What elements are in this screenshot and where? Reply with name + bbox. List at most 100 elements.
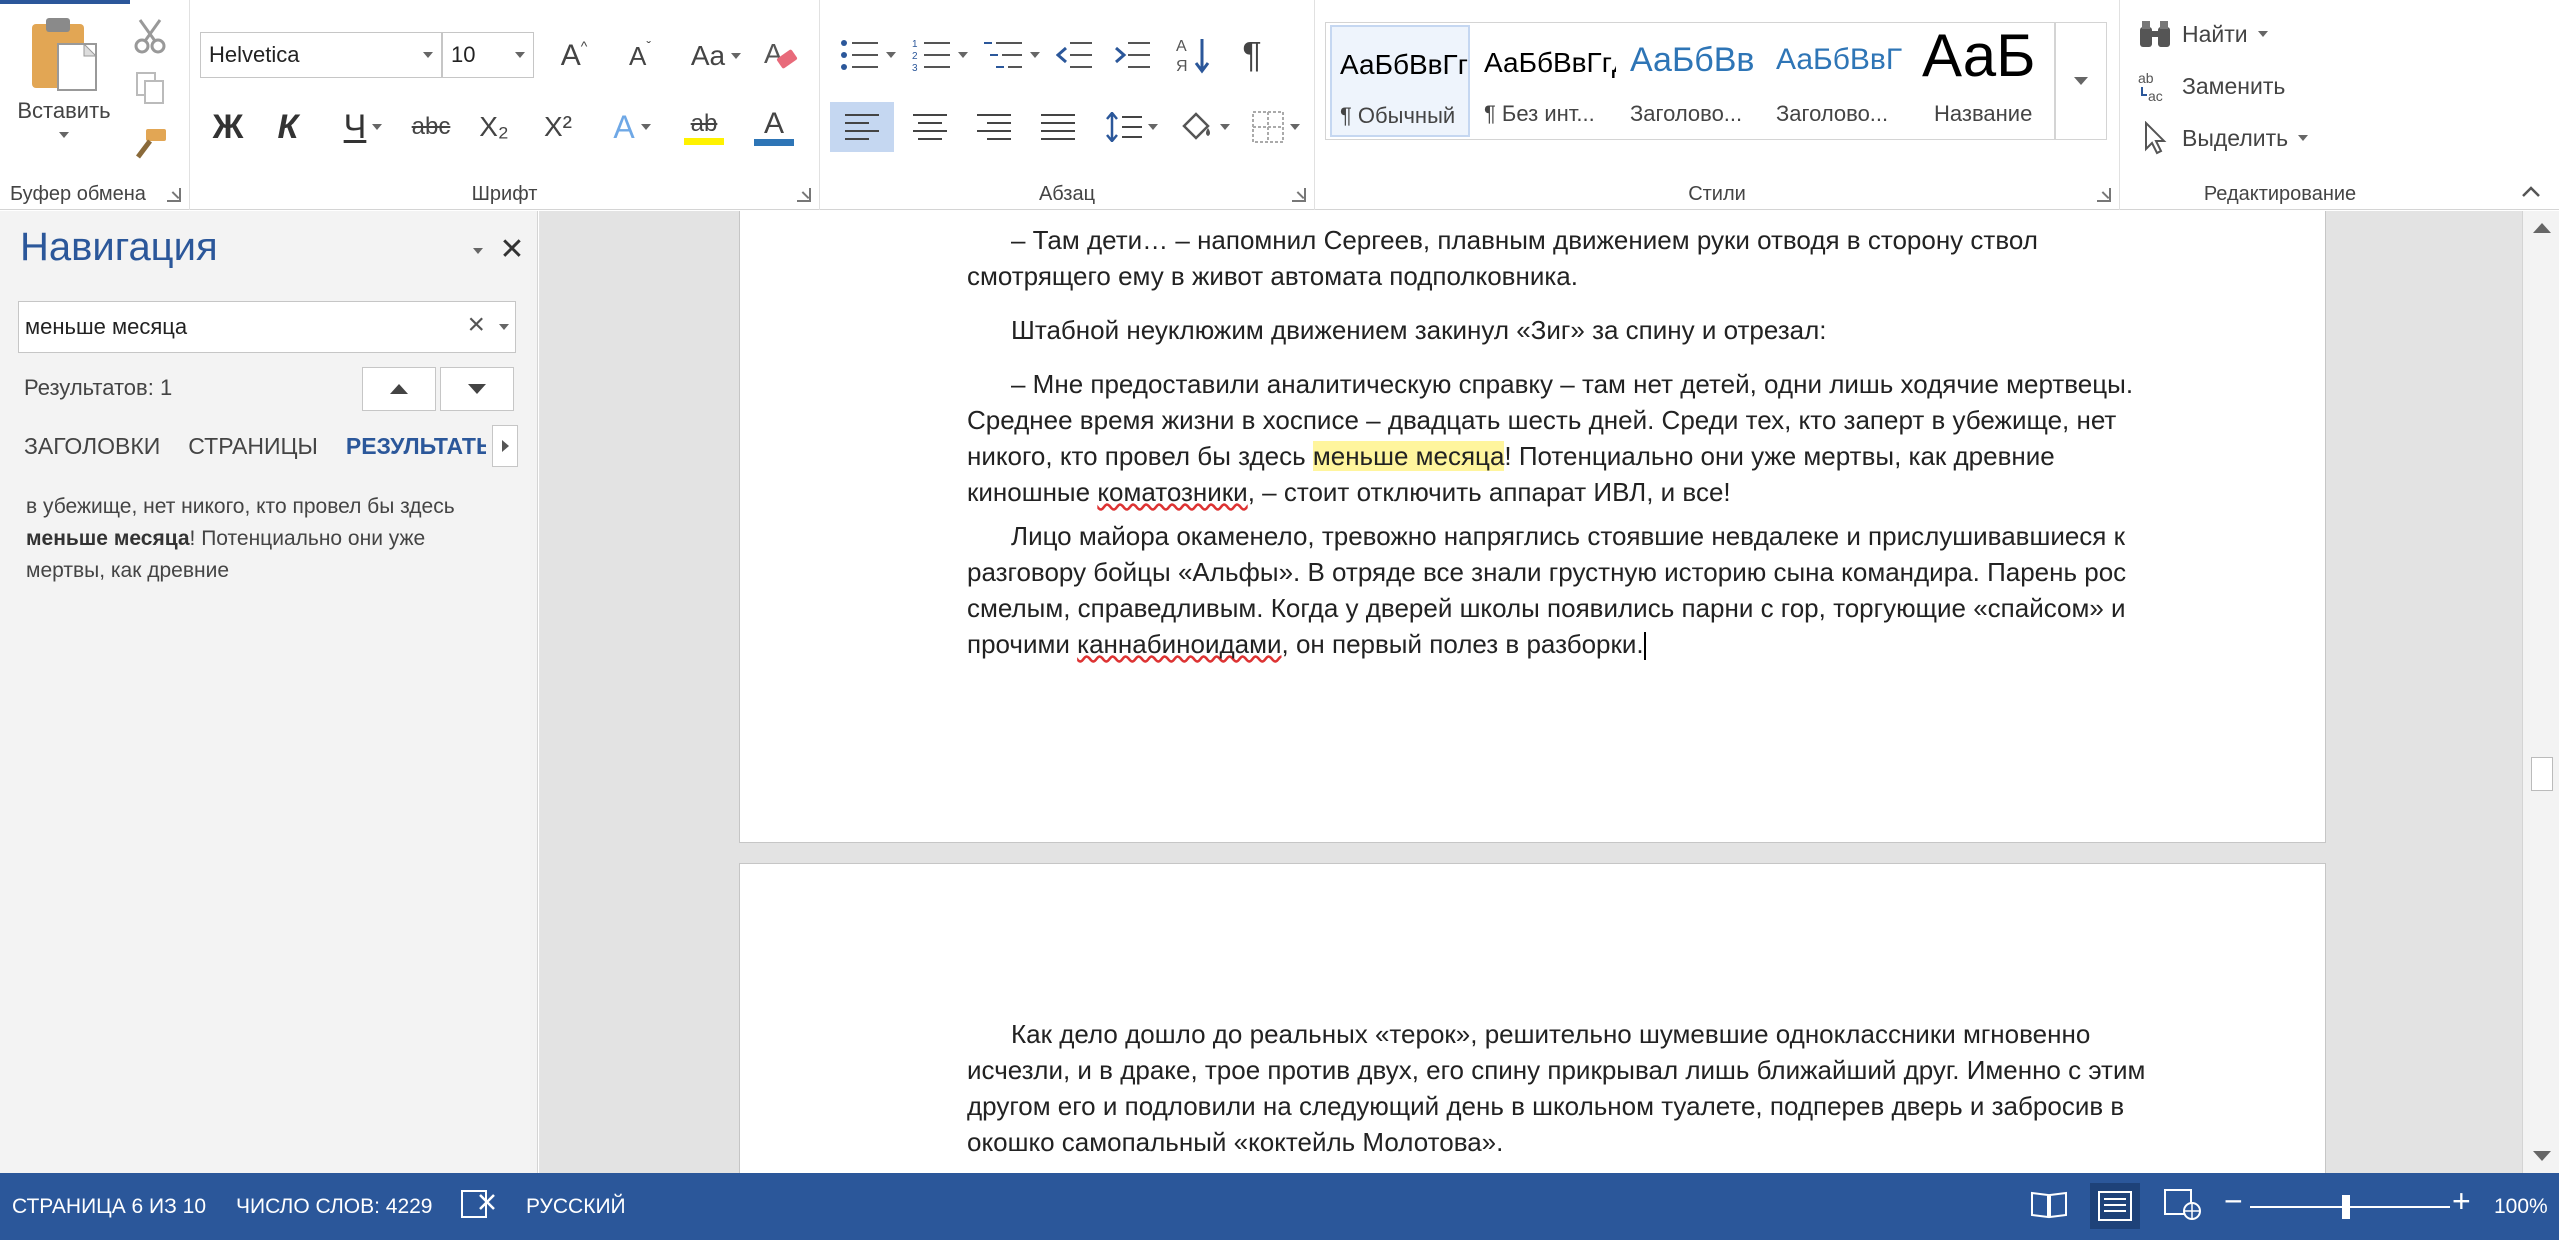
zoom-in-icon[interactable]: + [2452,1183,2471,1220]
increase-indent-button[interactable] [1110,32,1154,78]
subscript-button[interactable]: X₂ [472,104,516,150]
vertical-scrollbar[interactable] [2522,211,2559,1173]
font-color-button[interactable]: A [744,104,804,150]
brush-icon [136,129,166,159]
select-button[interactable]: Выделить [2138,118,2309,158]
font-name-box[interactable]: Helvetica [200,32,442,78]
text-run: , – стоит отключить аппарат ИВЛ, и все! [1247,477,1731,507]
tab-results[interactable]: РЕЗУЛЬТАТЫ [346,433,486,477]
justify-button[interactable] [1030,102,1086,152]
word-count[interactable]: ЧИСЛО СЛОВ: 4229 [236,1195,433,1219]
bullets-button[interactable] [838,32,898,78]
print-layout-button[interactable] [2090,1183,2140,1229]
next-result-button[interactable] [440,367,514,411]
nav-title: Навигация [20,225,218,269]
zoom-out-icon[interactable]: − [2224,1183,2243,1220]
document-page[interactable]: – Там дети… – напомнил Сергеев, плавным … [739,211,2326,843]
tab-pages[interactable]: СТРАНИЦЫ [188,433,318,477]
font-size-box[interactable]: 10 [442,32,534,78]
previous-result-button[interactable] [362,367,436,411]
paste-button[interactable]: Вставить [14,14,114,164]
highlighter-icon: ab [690,109,718,137]
paragraph-group: 1 2 3 A Я ¶ Абзац [820,0,1315,210]
sort-button[interactable]: A Я [1172,30,1216,80]
styles-more-button[interactable] [2055,22,2107,140]
search-options-icon[interactable] [499,324,509,330]
find-label: Найти [2182,20,2248,47]
tab-headings[interactable]: ЗАГОЛОВКИ [24,433,160,477]
bold-icon: Ж [212,107,244,146]
read-mode-icon[interactable] [2030,1189,2068,1225]
collapse-ribbon-button[interactable] [2516,180,2546,204]
search-result-snippet[interactable]: в убежище, нет никого, кто провел бы зде… [26,491,486,587]
nav-close-button[interactable]: ✕ [494,229,530,269]
document-area[interactable]: – Там дети… – напомнил Сергеев, плавным … [539,211,2522,1173]
language-indicator[interactable]: РУССКИЙ [526,1195,626,1219]
clipboard-group-label: Буфер обмена [10,183,146,205]
font-name-dropdown-icon[interactable] [423,52,433,58]
shading-button[interactable] [1172,102,1236,152]
svg-text:3: 3 [912,63,918,72]
style-name: ¶ Обычный [1340,103,1456,128]
web-layout-icon[interactable] [2164,1189,2202,1227]
italic-button[interactable]: К [266,104,310,150]
style-sample: АаБбВвГгД [1340,49,1468,80]
align-left-button[interactable] [830,102,894,152]
numbering-button[interactable]: 1 2 3 [910,32,970,78]
zoom-level[interactable]: 100% [2494,1195,2548,1219]
superscript-button[interactable]: X² [536,104,580,150]
change-case-button[interactable]: Aa [686,34,746,78]
tabs-scroll-right-button[interactable] [492,425,518,467]
paragraph-launcher-icon[interactable] [1292,188,1306,202]
scrollbar-thumb[interactable] [2531,757,2553,791]
paragraph: Лицо майора окаменело, тревожно напрягли… [967,518,2177,662]
proofing-icon[interactable] [460,1189,496,1225]
strikethrough-button[interactable]: abc [406,104,456,150]
line-spacing-button[interactable] [1100,102,1164,152]
borders-icon [1252,111,1284,143]
document-page[interactable]: Как дело дошло до реальных «терок», реши… [739,863,2326,1173]
replace-button[interactable]: ab ac Заменить [2138,66,2285,106]
format-painter-button[interactable] [128,124,172,164]
borders-button[interactable] [1244,102,1308,152]
grow-font-icon: A [560,39,581,72]
zoom-slider[interactable] [2250,1206,2450,1208]
shrink-font-icon: A [628,40,647,71]
multilevel-list-button[interactable] [982,32,1042,78]
copy-button[interactable] [130,68,170,108]
style-heading-2[interactable]: АаБбВвГ Заголово... [1768,25,1908,137]
align-center-button[interactable] [902,102,958,152]
style-no-spacing[interactable]: АаБбВвГгД ¶ Без инт... [1476,25,1616,137]
svg-text:ab: ab [2138,70,2154,86]
style-title[interactable]: АаБ Название [1914,25,2054,137]
clipboard-group: Вставить Буфер обмена [0,0,190,210]
shrink-font-button[interactable]: Aˇ [620,34,660,78]
underline-button[interactable]: Ч [330,104,396,150]
style-normal[interactable]: АаБбВвГгД ¶ Обычный [1330,25,1470,137]
styles-launcher-icon[interactable] [2097,188,2111,202]
clear-search-icon[interactable]: × [467,308,485,342]
style-name: Название [1934,101,2033,126]
clipboard-launcher-icon[interactable] [167,188,181,202]
style-heading-1[interactable]: АаБбВв Заголово... [1622,25,1762,137]
scroll-down-icon[interactable] [2533,1151,2551,1161]
bold-button[interactable]: Ж [206,104,250,150]
show-marks-button[interactable]: ¶ [1230,30,1274,80]
font-launcher-icon[interactable] [797,188,811,202]
font-size-dropdown-icon[interactable] [515,52,525,58]
highlight-button[interactable]: ab [674,104,734,150]
paste-dropdown-icon [59,132,69,138]
grow-font-button[interactable]: A ^ [554,34,594,78]
decrease-indent-button[interactable] [1052,32,1096,78]
page-indicator[interactable]: СТРАНИЦА 6 ИЗ 10 [12,1195,206,1219]
clear-formatting-button[interactable]: A [758,32,802,78]
text-effects-button[interactable]: A [604,104,660,150]
ribbon: Вставить Буфер обмена Helvetica 10 A ^ A… [0,0,2559,210]
find-button[interactable]: Найти [2138,14,2268,54]
nav-options-button[interactable] [462,235,494,267]
nav-search-input[interactable]: меньше месяца × [18,301,516,353]
zoom-slider-thumb[interactable] [2342,1195,2350,1219]
align-right-button[interactable] [966,102,1022,152]
scroll-up-icon[interactable] [2533,223,2551,233]
cut-button[interactable] [130,16,170,56]
